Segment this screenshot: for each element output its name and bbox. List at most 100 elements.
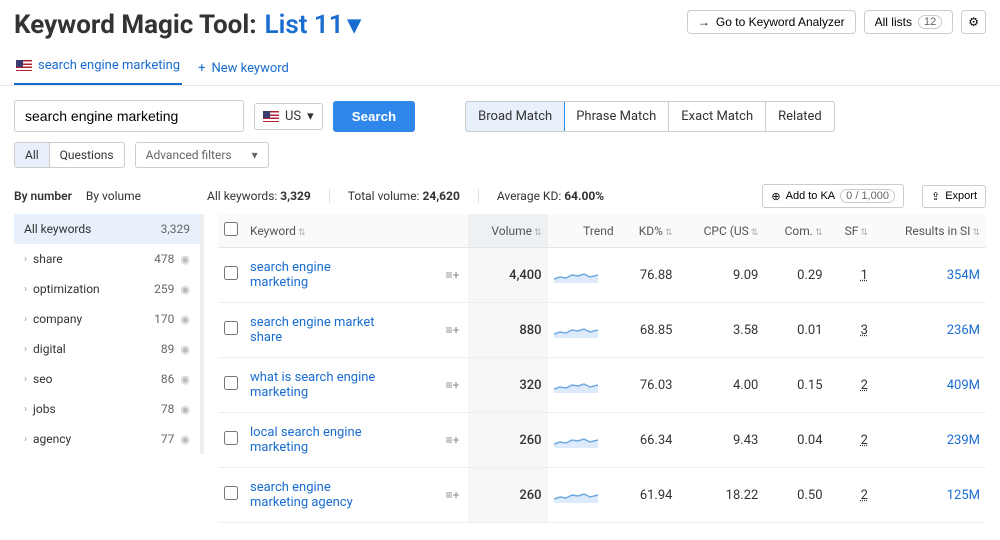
cell-sf[interactable]: 3	[829, 303, 874, 358]
cell-results[interactable]: 354M	[874, 248, 986, 303]
list-dropdown[interactable]: List 11 ▾	[265, 10, 361, 40]
keyword-link[interactable]: search engine marketing	[250, 260, 390, 290]
sidebar-item-optimization[interactable]: ›optimization259◉	[14, 274, 200, 304]
select-all-checkbox[interactable]	[224, 222, 238, 236]
keyword-link[interactable]: what is search engine marketing	[250, 370, 390, 400]
cell-sf[interactable]: 2	[829, 358, 874, 413]
cell-cpc: 18.22	[678, 468, 764, 523]
add-to-list-icon[interactable]: ≡+	[446, 378, 460, 392]
stat-avg-kd: Average KD: 64.00%	[497, 189, 604, 203]
search-input[interactable]	[14, 100, 244, 132]
sidebar-item-count: 77	[161, 432, 175, 446]
add-to-list-icon[interactable]: ≡+	[446, 433, 460, 447]
cell-volume: 260	[468, 468, 548, 523]
chevron-right-icon: ›	[24, 434, 27, 445]
cell-kd: 61.94	[620, 468, 679, 523]
sort-by-number[interactable]: By number	[14, 189, 72, 203]
add-to-list-icon[interactable]: ≡+	[446, 268, 460, 282]
sidebar-item-label: share	[33, 252, 63, 266]
row-checkbox[interactable]	[224, 431, 238, 445]
toggle-questions[interactable]: Questions	[50, 143, 124, 167]
col-volume[interactable]: Volume⇅	[468, 214, 548, 248]
row-checkbox[interactable]	[224, 321, 238, 335]
page-title: Keyword Magic Tool: List 11 ▾	[14, 10, 361, 40]
all-lists-label: All lists	[875, 15, 912, 29]
arrow-right-icon: →	[698, 15, 710, 29]
eye-icon: ◉	[180, 253, 190, 266]
add-to-list-icon[interactable]: ≡+	[446, 323, 460, 337]
upload-icon: ⇪	[931, 190, 940, 203]
match-phrase[interactable]: Phrase Match	[564, 102, 669, 131]
export-label: Export	[945, 190, 977, 202]
sidebar-item-label: agency	[33, 432, 71, 446]
search-button[interactable]: Search	[333, 101, 415, 132]
sidebar-item-agency[interactable]: › agency 77 ◉	[14, 424, 200, 454]
cell-sf[interactable]: 2	[829, 413, 874, 468]
match-related[interactable]: Related	[766, 102, 834, 131]
toggle-all[interactable]: All	[15, 143, 50, 167]
settings-button[interactable]: ⚙	[961, 10, 986, 34]
plus-icon: ⊕	[771, 190, 780, 203]
advanced-filters-label: Advanced filters	[146, 148, 232, 162]
cell-kd: 76.88	[620, 248, 679, 303]
sidebar-item-digital[interactable]: ›digital89◉	[14, 334, 200, 364]
cell-cpc: 9.43	[678, 413, 764, 468]
sidebar-item-All-keywords[interactable]: All keywords3,329	[14, 214, 200, 244]
row-checkbox[interactable]	[224, 266, 238, 280]
col-kd[interactable]: KD%⇅	[620, 214, 679, 248]
all-lists-button[interactable]: All lists 12	[864, 10, 954, 34]
tab-keyword[interactable]: search engine marketing	[14, 52, 182, 85]
cell-results[interactable]: 239M	[874, 413, 986, 468]
col-results[interactable]: Results in SI⇅	[874, 214, 986, 248]
col-keyword[interactable]: Keyword⇅	[244, 214, 440, 248]
sidebar-item-count: 78	[161, 402, 175, 416]
sidebar-item-label: All keywords	[24, 222, 91, 236]
col-cpc[interactable]: CPC (US⇅	[678, 214, 764, 248]
cell-trend	[548, 248, 620, 303]
sort-by-volume[interactable]: By volume	[86, 189, 141, 203]
sidebar-item-seo[interactable]: ›seo86◉	[14, 364, 200, 394]
row-checkbox[interactable]	[224, 376, 238, 390]
table-row: search engine marketing agency ≡+ 260 61.94…	[218, 468, 986, 523]
row-checkbox[interactable]	[224, 486, 238, 500]
keyword-link[interactable]: search engine market share	[250, 315, 390, 345]
plus-icon: +	[198, 61, 205, 76]
country-select[interactable]: US ▾	[254, 103, 323, 130]
sidebar-item-company[interactable]: ›company170◉	[14, 304, 200, 334]
keywords-table: Keyword⇅ Volume⇅ Trend KD%⇅ CPC (US⇅ Com…	[218, 214, 986, 523]
sidebar-item-share[interactable]: › share 478 ◉	[14, 244, 200, 274]
cell-trend	[548, 358, 620, 413]
sidebar-item-label: optimization	[33, 282, 100, 296]
col-sf[interactable]: SF⇅	[829, 214, 874, 248]
new-keyword-button[interactable]: + New keyword	[198, 61, 289, 76]
keyword-link[interactable]: local search engine marketing	[250, 425, 390, 455]
match-exact[interactable]: Exact Match	[669, 102, 766, 131]
export-button[interactable]: ⇪ Export	[922, 185, 986, 208]
sidebar-item-count: 478	[154, 252, 174, 266]
cell-results[interactable]: 125M	[874, 468, 986, 523]
match-broad[interactable]: Broad Match	[465, 101, 565, 132]
cell-volume: 880	[468, 303, 548, 358]
cell-sf[interactable]: 1	[829, 248, 874, 303]
col-com[interactable]: Com.⇅	[764, 214, 828, 248]
sidebar-item-count: 89	[161, 342, 175, 356]
advanced-filters-dropdown[interactable]: Advanced filters ▾	[135, 142, 269, 168]
list-name: List 11	[265, 10, 344, 40]
go-to-analyzer-button[interactable]: → Go to Keyword Analyzer	[687, 10, 856, 34]
cell-results[interactable]: 409M	[874, 358, 986, 413]
add-to-list-icon[interactable]: ≡+	[446, 488, 460, 502]
add-to-ka-button[interactable]: ⊕ Add to KA 0 / 1,000	[762, 184, 904, 208]
cell-results[interactable]: 236M	[874, 303, 986, 358]
keyword-link[interactable]: search engine marketing agency	[250, 480, 390, 510]
us-flag-icon	[16, 60, 32, 71]
chevron-right-icon: ›	[24, 254, 27, 265]
cell-sf[interactable]: 2	[829, 468, 874, 523]
chevron-right-icon: ›	[24, 314, 27, 325]
sidebar-item-jobs[interactable]: ›jobs78◉	[14, 394, 200, 424]
col-trend: Trend	[548, 214, 620, 248]
sort-icon: ⇅	[751, 228, 759, 238]
chevron-right-icon: ›	[24, 344, 27, 355]
eye-icon: ◉	[180, 433, 190, 446]
chevron-down-icon: ▾	[252, 148, 258, 162]
eye-icon: ◉	[180, 313, 190, 326]
